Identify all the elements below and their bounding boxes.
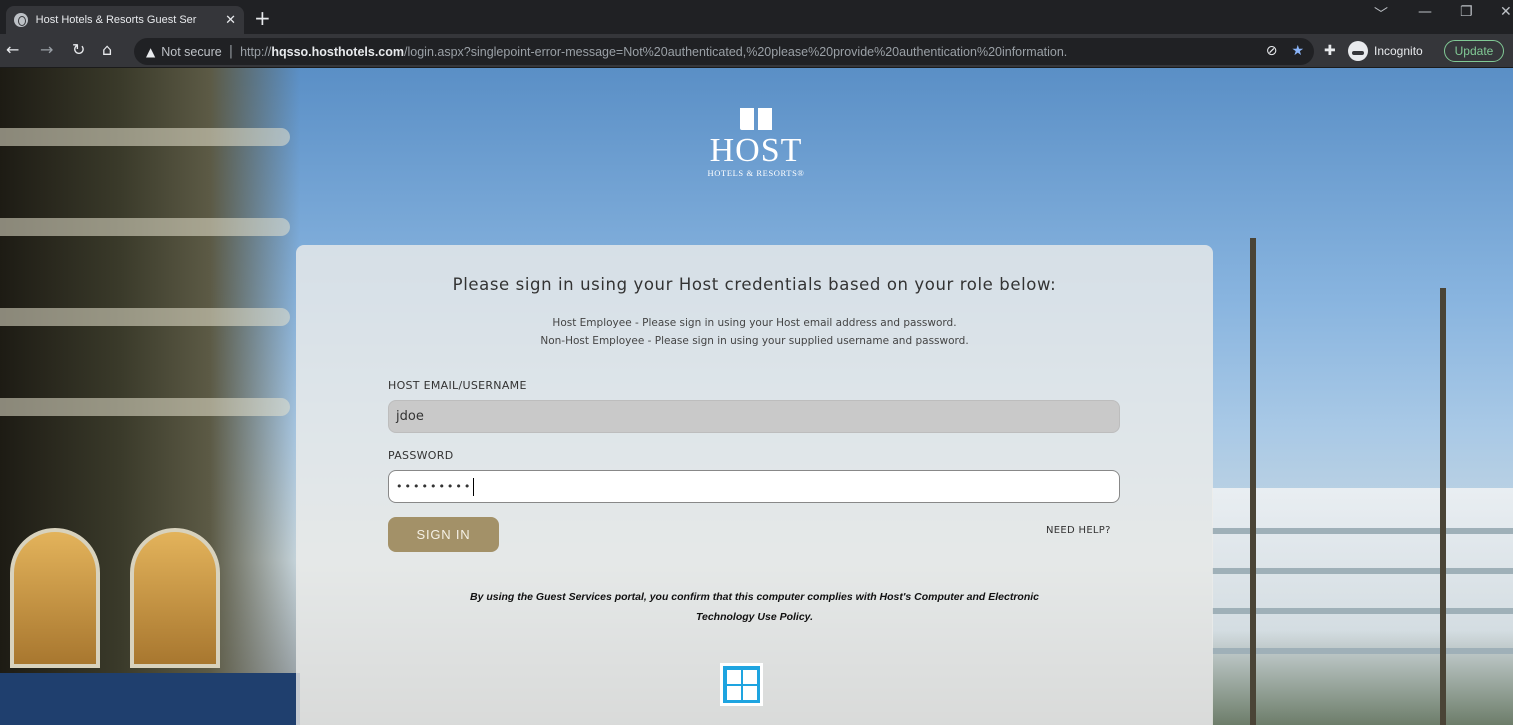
incognito-label: Incognito (1374, 44, 1423, 58)
update-button[interactable]: Update (1444, 40, 1504, 62)
text-caret (473, 477, 475, 496)
incognito-icon (1348, 41, 1368, 61)
tab-title: Host Hotels & Resorts Guest Ser (35, 14, 197, 26)
warning-icon: ▲ (146, 44, 156, 59)
username-value: jdoe (396, 409, 424, 424)
host-logo: HOST HOTELS & RESORTS® (686, 108, 826, 178)
home-icon[interactable]: ⌂ (102, 41, 112, 59)
separator: | (228, 44, 234, 59)
palm-tree (1250, 238, 1256, 725)
password-field[interactable]: ••••••••• (388, 470, 1120, 503)
signin-heading: Please sign in using your Host credentia… (452, 275, 1057, 294)
signin-panel: Please sign in using your Host credentia… (296, 245, 1213, 725)
hotel-building-left (0, 68, 300, 725)
info-host-employee: Host Employee - Please sign in using you… (552, 317, 957, 329)
back-icon[interactable]: ← (6, 41, 19, 59)
need-help-link[interactable]: NEED HELP? (1046, 525, 1111, 536)
logo-subtitle: HOTELS & RESORTS® (707, 168, 805, 178)
security-label[interactable]: Not secure (161, 45, 221, 59)
eye-off-icon[interactable]: ⊘ (1266, 43, 1278, 59)
password-label: PASSWORD (388, 449, 454, 462)
incognito-indicator[interactable]: Incognito (1348, 41, 1423, 61)
address-toolbar: ← → ↻ ⌂ ▲ Not secure | http://hqsso.host… (0, 34, 1513, 68)
info-non-host-employee: Non-Host Employee - Please sign in using… (540, 335, 969, 347)
star-icon[interactable]: ★ (1291, 43, 1304, 59)
username-field[interactable]: jdoe (388, 400, 1120, 433)
chevron-down-icon[interactable]: ﹀ (1374, 4, 1388, 24)
policy-text-line1: By using the Guest Services portal, you … (469, 591, 1039, 603)
window-close-icon[interactable]: ✕ (1500, 4, 1512, 20)
minimize-icon[interactable]: — (1418, 4, 1432, 20)
reload-icon[interactable]: ↻ (72, 41, 85, 59)
tab-strip: Host Hotels & Resorts Guest Ser ✕ + ﹀ — … (0, 0, 1513, 34)
hotel-building-right (1212, 488, 1513, 725)
url-text[interactable]: http://hqsso.hosthotels.com/login.aspx?s… (240, 45, 1067, 59)
palm-tree (1440, 288, 1446, 725)
globe-icon (14, 13, 28, 27)
plus-icon[interactable]: + (254, 6, 271, 30)
page-viewport: HOST HOTELS & RESORTS® Please sign in us… (0, 68, 1513, 725)
close-icon[interactable]: ✕ (225, 13, 236, 28)
windows-logo-icon[interactable] (720, 663, 763, 706)
browser-tab[interactable]: Host Hotels & Resorts Guest Ser ✕ (6, 6, 244, 34)
extensions-icon[interactable]: ✚ (1324, 43, 1336, 59)
logo-mark (686, 108, 826, 130)
awning (0, 673, 300, 725)
password-value: ••••••••• (396, 480, 473, 493)
address-bar[interactable]: ▲ Not secure | http://hqsso.hosthotels.c… (134, 38, 1314, 65)
policy-text-line2: Technology Use Policy. (695, 611, 814, 623)
forward-icon[interactable]: → (40, 41, 53, 59)
sign-in-button[interactable]: SIGN IN (388, 517, 499, 552)
maximize-icon[interactable]: ❐ (1460, 4, 1473, 20)
username-label: HOST EMAIL/USERNAME (388, 379, 527, 392)
logo-word: HOST (709, 132, 803, 169)
